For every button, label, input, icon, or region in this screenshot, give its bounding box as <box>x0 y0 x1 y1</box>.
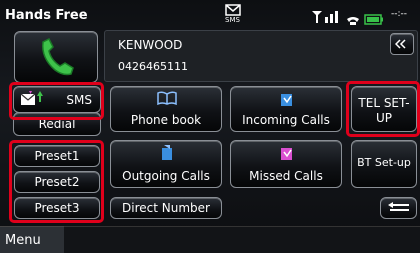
call-button[interactable] <box>14 31 98 83</box>
hands-free-screen: Hands Free SMS --:-- KENWOOD 0426465111 … <box>0 0 420 253</box>
sms-highlight-box <box>9 82 104 120</box>
missed-calls-label: Missed Calls <box>249 169 323 183</box>
phone-book-label: Phone book <box>130 113 202 127</box>
contact-number: 0426465111 <box>118 60 188 73</box>
missed-calls-button[interactable]: Missed Calls <box>230 140 342 188</box>
phone-handset-icon <box>346 11 360 25</box>
scroll-button[interactable] <box>390 33 414 55</box>
back-button[interactable] <box>380 197 417 219</box>
direct-number-button[interactable]: Direct Number <box>110 197 222 219</box>
contact-name: KENWOOD <box>118 38 183 52</box>
header-bar: Hands Free SMS --:-- <box>0 0 420 30</box>
footer-bar <box>64 226 420 253</box>
return-arrow-icon <box>388 202 409 211</box>
menu-button[interactable]: Menu <box>0 226 64 253</box>
sms-status-label: SMS <box>225 16 240 24</box>
screen-title: Hands Free <box>5 8 88 23</box>
phone-call-icon <box>42 37 74 76</box>
outgoing-call-icon <box>162 145 172 160</box>
signal-icon <box>311 9 341 23</box>
double-chevron-icon <box>395 39 406 49</box>
outgoing-calls-label: Outgoing Calls <box>122 169 210 183</box>
presets-highlight-box <box>9 140 104 223</box>
battery-icon <box>364 10 384 25</box>
bt-setup-label: BT Set-up <box>357 156 411 169</box>
incoming-calls-button[interactable]: Incoming Calls <box>230 86 342 132</box>
direct-number-label: Direct Number <box>122 201 210 215</box>
menu-label: Menu <box>5 233 41 248</box>
tel-setup-highlight-box <box>346 81 420 137</box>
missed-call-icon <box>281 148 292 160</box>
book-icon <box>157 91 177 105</box>
incoming-call-icon <box>281 94 292 106</box>
sms-status-icon: SMS <box>225 4 241 26</box>
bt-setup-button[interactable]: BT Set-up <box>351 140 417 188</box>
incoming-calls-label: Incoming Calls <box>242 113 330 127</box>
outgoing-calls-button[interactable]: Outgoing Calls <box>110 140 222 188</box>
network-status-text: --:-- <box>391 9 408 19</box>
phone-book-button[interactable]: Phone book <box>110 86 222 132</box>
